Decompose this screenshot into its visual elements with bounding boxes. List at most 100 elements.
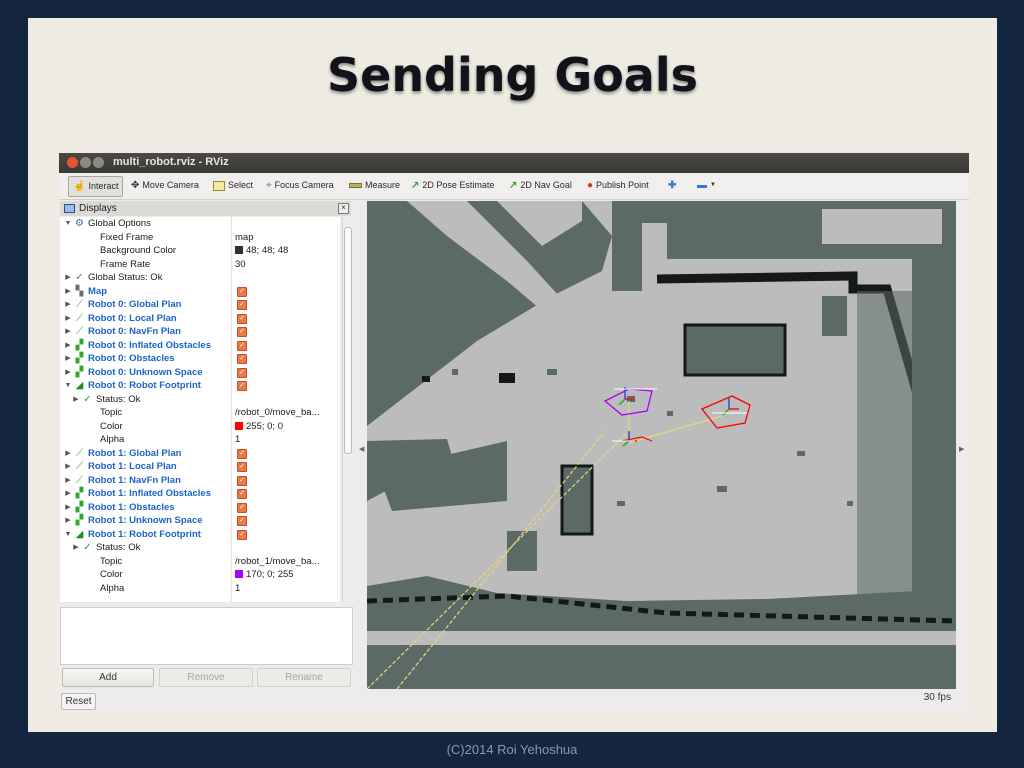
display-row[interactable]: Background Color 48; 48; 48 xyxy=(60,244,340,257)
add-button[interactable]: Add xyxy=(62,668,154,687)
display-row[interactable]: ▶ ⟋ Robot 0: Global Plan ✓ xyxy=(60,298,340,311)
display-row-label: Robot 0: Inflated Obstacles xyxy=(88,339,211,351)
window-minimize-button[interactable] xyxy=(80,157,91,168)
display-row[interactable]: ▶ ▞ Robot 1: Obstacles ✓ xyxy=(60,501,340,514)
display-row[interactable]: Topic/robot_1/move_ba... xyxy=(60,555,340,568)
display-row[interactable]: ▶ ⟋ Robot 1: Local Plan ✓ xyxy=(60,460,340,473)
displays-scrollbar[interactable] xyxy=(342,217,352,602)
display-row[interactable]: ▶ ✓ Status: Ok xyxy=(60,393,340,406)
monitor-icon xyxy=(64,203,75,213)
collapse-right-arrow[interactable]: ▶ xyxy=(959,445,964,453)
expand-down-icon[interactable]: ▼ xyxy=(64,217,72,230)
panel-close-icon[interactable]: × xyxy=(338,203,349,214)
ruler-icon xyxy=(349,183,362,188)
pose-estimate-tool[interactable]: ↗ 2D Pose Estimate xyxy=(411,176,494,195)
expand-right-icon[interactable]: ▶ xyxy=(64,501,72,514)
display-row[interactable]: ▼ ◢ Robot 1: Robot Footprint ✓ xyxy=(60,528,340,541)
display-row-value[interactable]: /robot_1/move_ba... xyxy=(235,555,320,568)
add-tool-button[interactable]: ✚ xyxy=(668,176,676,195)
reset-button[interactable]: Reset xyxy=(61,693,96,710)
display-row[interactable]: Topic/robot_0/move_ba... xyxy=(60,406,340,419)
interact-tool[interactable]: ☝ Interact xyxy=(68,176,124,197)
expand-right-icon[interactable]: ▶ xyxy=(72,393,80,406)
display-row[interactable]: ▼ ⚙ Global Options xyxy=(60,217,340,230)
enable-checkbox[interactable]: ✓ xyxy=(237,313,247,324)
expand-right-icon[interactable]: ▶ xyxy=(64,460,72,473)
expand-right-icon[interactable]: ▶ xyxy=(64,312,72,325)
display-row-value[interactable]: 1 xyxy=(235,433,240,446)
display-row[interactable]: ▶ ⟋ Robot 1: Global Plan ✓ xyxy=(60,447,340,460)
enable-checkbox[interactable]: ✓ xyxy=(237,489,247,499)
display-row[interactable]: Color 255; 0; 0 xyxy=(60,420,340,433)
move-camera-tool[interactable]: ✥ Move Camera xyxy=(131,176,199,195)
expand-right-icon[interactable]: ▶ xyxy=(64,447,72,460)
enable-checkbox[interactable]: ✓ xyxy=(237,367,247,378)
display-row-label: Global Options xyxy=(88,218,151,229)
display-row-label: Robot 1: Obstacles xyxy=(88,501,175,513)
expand-right-icon[interactable]: ▶ xyxy=(64,285,72,298)
window-maximize-button[interactable] xyxy=(93,157,104,168)
publish-point-tool[interactable]: ● Publish Point xyxy=(587,176,649,195)
enable-checkbox[interactable]: ✓ xyxy=(237,327,247,337)
expand-down-icon[interactable]: ▼ xyxy=(64,528,72,541)
expand-right-icon[interactable]: ▶ xyxy=(64,474,72,487)
display-row[interactable]: ▶ ⟋ Robot 0: NavFn Plan ✓ xyxy=(60,325,340,338)
display-row[interactable]: ▶ ▞ Robot 0: Unknown Space ✓ xyxy=(60,366,340,379)
enable-checkbox[interactable]: ✓ xyxy=(237,286,247,297)
expand-right-icon[interactable]: ▶ xyxy=(64,298,72,311)
display-row[interactable]: ▶ ▞ Robot 0: Obstacles ✓ xyxy=(60,352,340,365)
enable-checkbox[interactable]: ✓ xyxy=(237,502,247,513)
enable-checkbox[interactable]: ✓ xyxy=(237,340,247,351)
expand-right-icon[interactable]: ▶ xyxy=(64,487,72,500)
expand-right-icon[interactable]: ▶ xyxy=(64,366,72,379)
enable-checkbox[interactable]: ✓ xyxy=(237,516,247,526)
display-row[interactable]: ▶ ⟋ Robot 1: NavFn Plan ✓ xyxy=(60,474,340,487)
focus-camera-tool[interactable]: ⌖ Focus Camera xyxy=(266,176,334,195)
enable-checkbox[interactable]: ✓ xyxy=(237,300,247,310)
expand-right-icon[interactable]: ▶ xyxy=(72,541,80,554)
expand-right-icon[interactable]: ▶ xyxy=(64,271,72,284)
display-row[interactable]: ▶ ▚ Map ✓ xyxy=(60,285,340,298)
enable-checkbox[interactable]: ✓ xyxy=(237,475,247,486)
display-row[interactable]: ▶ ✓ Global Status: Ok xyxy=(60,271,340,284)
scrollbar-thumb[interactable] xyxy=(344,227,352,454)
enable-checkbox[interactable]: ✓ xyxy=(237,448,247,459)
display-row[interactable]: Fixed Frame map xyxy=(60,231,340,244)
display-row[interactable]: Alpha 1 xyxy=(60,582,340,595)
remove-button[interactable]: Remove xyxy=(159,668,253,687)
expand-right-icon[interactable]: ▶ xyxy=(64,352,72,365)
display-row-value[interactable]: map xyxy=(235,231,253,244)
display-row[interactable]: ▼ ◢ Robot 0: Robot Footprint ✓ xyxy=(60,379,340,392)
display-row-value[interactable]: 1 xyxy=(235,582,240,595)
display-row[interactable]: ▶ ▞ Robot 1: Inflated Obstacles ✓ xyxy=(60,487,340,500)
expand-right-icon[interactable]: ▶ xyxy=(64,339,72,352)
enable-checkbox[interactable]: ✓ xyxy=(237,462,247,472)
display-row[interactable]: Frame Rate 30 xyxy=(60,258,340,271)
window-close-button[interactable] xyxy=(67,157,78,168)
display-row-label: Frame Rate xyxy=(100,258,151,270)
collapse-left-arrow[interactable]: ◀ xyxy=(359,445,364,453)
nav-goal-tool[interactable]: ↗ 2D Nav Goal xyxy=(509,176,572,195)
display-row-value[interactable]: 170; 0; 255 xyxy=(235,568,294,581)
display-row-value[interactable]: 48; 48; 48 xyxy=(235,244,288,257)
display-row[interactable]: ▶ ▞ Robot 0: Inflated Obstacles ✓ xyxy=(60,339,340,352)
display-row[interactable]: Alpha 1 xyxy=(60,433,340,446)
measure-tool[interactable]: Measure xyxy=(349,176,400,195)
3d-view[interactable] xyxy=(367,201,956,689)
remove-tool-button[interactable]: ▬ ▼ xyxy=(697,176,716,195)
display-row[interactable]: ▶ ⟋ Robot 0: Local Plan ✓ xyxy=(60,312,340,325)
display-row[interactable]: ▶ ✓ Status: Ok xyxy=(60,541,340,554)
enable-checkbox[interactable]: ✓ xyxy=(237,354,247,364)
select-tool[interactable]: Select xyxy=(213,176,253,195)
display-row[interactable]: Color 170; 0; 255 xyxy=(60,568,340,581)
expand-right-icon[interactable]: ▶ xyxy=(64,514,72,527)
display-row-value[interactable]: 30 xyxy=(235,258,246,271)
expand-down-icon[interactable]: ▼ xyxy=(64,379,72,392)
enable-checkbox[interactable]: ✓ xyxy=(237,529,247,540)
expand-right-icon[interactable]: ▶ xyxy=(64,325,72,338)
enable-checkbox[interactable]: ✓ xyxy=(237,381,247,391)
rename-button[interactable]: Rename xyxy=(257,668,351,687)
display-row-value[interactable]: 255; 0; 0 xyxy=(235,420,283,433)
display-row-value[interactable]: /robot_0/move_ba... xyxy=(235,406,320,419)
display-row[interactable]: ▶ ▞ Robot 1: Unknown Space ✓ xyxy=(60,514,340,527)
